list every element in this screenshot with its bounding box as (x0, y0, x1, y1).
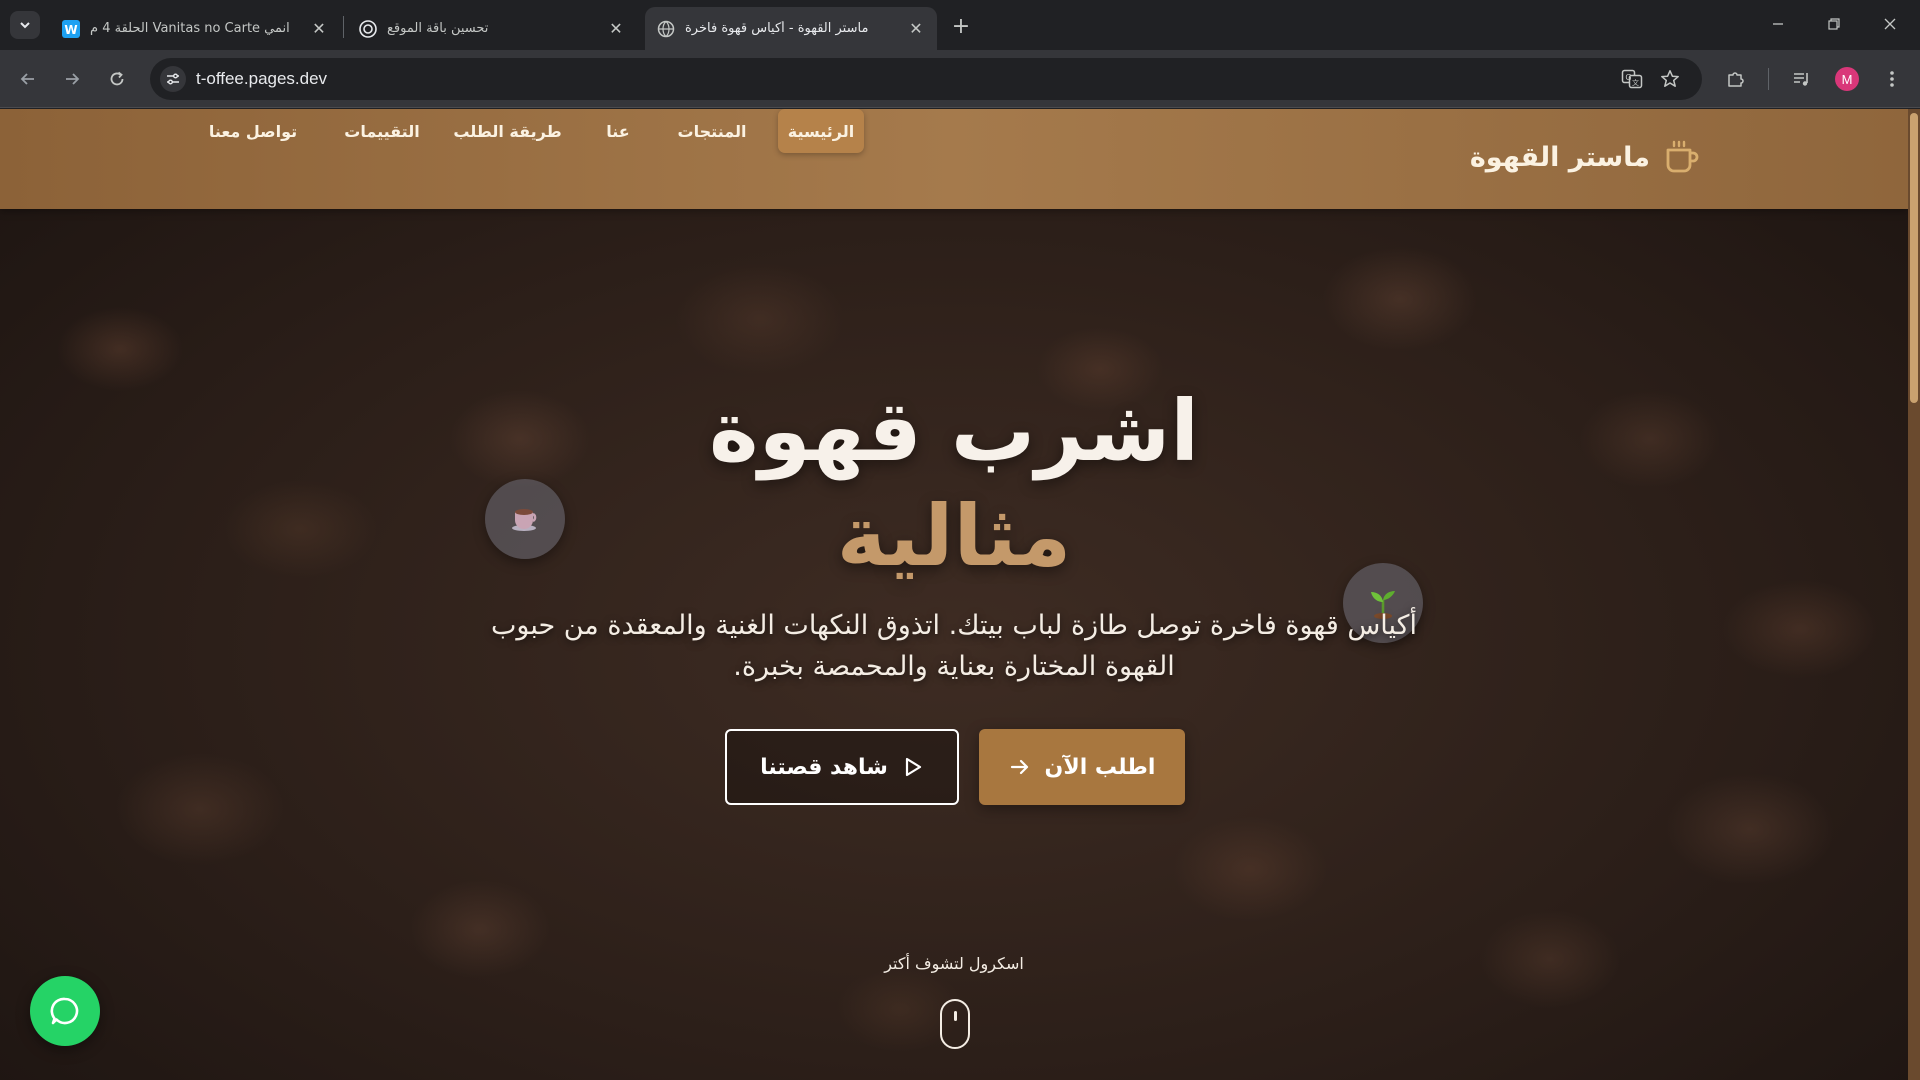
tab-chatgpt[interactable]: تحسين باقة الموقع ✕ (347, 7, 637, 50)
nav-about[interactable]: عنا (590, 109, 646, 153)
translate-icon[interactable]: G文 (1620, 67, 1644, 91)
close-icon[interactable]: ✕ (607, 19, 625, 38)
tab-divider (343, 16, 344, 38)
tab-title: انمي Vanitas no Carte الحلقة 4 م (90, 21, 290, 36)
watch-story-label: شاهد قصتنا (760, 754, 888, 780)
scrollbar-thumb[interactable] (1910, 113, 1918, 403)
coffee-mug-icon (1662, 137, 1702, 177)
svg-text:文: 文 (1632, 78, 1639, 87)
chevron-down-icon (20, 22, 30, 29)
puzzle-icon (1728, 72, 1744, 87)
site-header: ماستر القهوة الرئيسية المنتجات عنا طريقة… (0, 109, 1908, 209)
address-bar[interactable]: t-offee.pages.dev G文 (150, 58, 1702, 100)
hero-section: ماستر القهوة الرئيسية المنتجات عنا طريقة… (0, 109, 1908, 1080)
scroll-hint: اسكرول لتشوف أكتر (884, 954, 1024, 973)
more-vert-icon (1890, 71, 1894, 87)
svg-text:W: W (64, 23, 77, 37)
extensions-button[interactable] (1722, 65, 1750, 93)
order-now-button[interactable]: اطلب الآن (979, 729, 1185, 805)
browser-menu-button[interactable] (1878, 65, 1906, 93)
nav-how-to-order[interactable]: طريقة الطلب (450, 109, 565, 153)
media-controls-button[interactable] (1788, 65, 1816, 93)
close-icon[interactable]: ✕ (310, 19, 328, 38)
browser-toolbar: t-offee.pages.dev G文 M (0, 50, 1920, 108)
arrow-left-icon (20, 73, 34, 85)
hero-subtitle: أكياس قهوة فاخرة توصل طازة لباب بيتك. ات… (490, 610, 1418, 682)
globe-icon (657, 20, 675, 38)
arrow-right-icon (1010, 759, 1028, 775)
whatsapp-icon (50, 997, 79, 1025)
restore-button[interactable] (1806, 0, 1862, 48)
arrow-right-icon (66, 73, 80, 85)
mouse-wheel (954, 1011, 957, 1021)
nav-home[interactable]: الرئيسية (778, 109, 864, 153)
svg-text:G: G (1625, 73, 1631, 82)
close-window-button[interactable] (1862, 0, 1918, 48)
minimize-icon (1773, 23, 1783, 25)
play-icon (905, 757, 922, 777)
page-viewport: ماستر القهوة الرئيسية المنتجات عنا طريقة… (0, 109, 1920, 1080)
nav-products[interactable]: المنتجات (665, 109, 759, 153)
logo-text: ماستر القهوة (1469, 141, 1650, 173)
nav-reviews[interactable]: التقييمات (333, 109, 431, 153)
browser-tabstrip: W انمي Vanitas no Carte الحلقة 4 م ✕ تحس… (0, 0, 1920, 50)
w-logo-icon: W (62, 19, 80, 38)
tune-icon (167, 73, 179, 85)
tab-title: ماستر القهوة - أكياس قهوة فاخرة (685, 21, 869, 36)
site-info-button[interactable] (160, 66, 186, 92)
back-button[interactable] (14, 65, 42, 93)
bookmark-star-icon[interactable] (1658, 67, 1682, 91)
close-icon (1884, 18, 1896, 30)
close-icon[interactable]: ✕ (907, 19, 925, 38)
hero-title-line2: مثالية (836, 487, 1072, 585)
site-logo[interactable]: ماستر القهوة (1470, 137, 1702, 177)
playlist-icon (1794, 73, 1808, 86)
chatgpt-icon (359, 19, 377, 38)
reload-icon (110, 71, 124, 86)
whatsapp-button[interactable] (30, 976, 100, 1046)
profile-avatar[interactable]: M (1835, 67, 1859, 91)
toolbar-divider (1768, 68, 1769, 90)
tab-title: تحسين باقة الموقع (387, 21, 489, 36)
nav-contact[interactable]: تواصل معنا (198, 109, 308, 153)
new-tab-button[interactable]: + (947, 12, 975, 40)
tab-active-coffee[interactable]: ماستر القهوة - أكياس قهوة فاخرة ✕ (645, 7, 937, 50)
tab-anime[interactable]: W انمي Vanitas no Carte الحلقة 4 م ✕ (50, 7, 340, 50)
order-now-label: اطلب الآن (1044, 754, 1156, 780)
hero-title-line1: اشرب قهوة (708, 382, 1199, 480)
minimize-button[interactable] (1750, 0, 1806, 48)
url-text[interactable]: t-offee.pages.dev (196, 69, 327, 89)
watch-story-button[interactable]: شاهد قصتنا (725, 729, 959, 805)
reload-button[interactable] (103, 65, 131, 93)
restore-icon (1828, 18, 1840, 30)
scroll-mouse-icon[interactable] (940, 999, 970, 1049)
tab-search-button[interactable] (10, 11, 40, 39)
forward-button[interactable] (58, 65, 86, 93)
